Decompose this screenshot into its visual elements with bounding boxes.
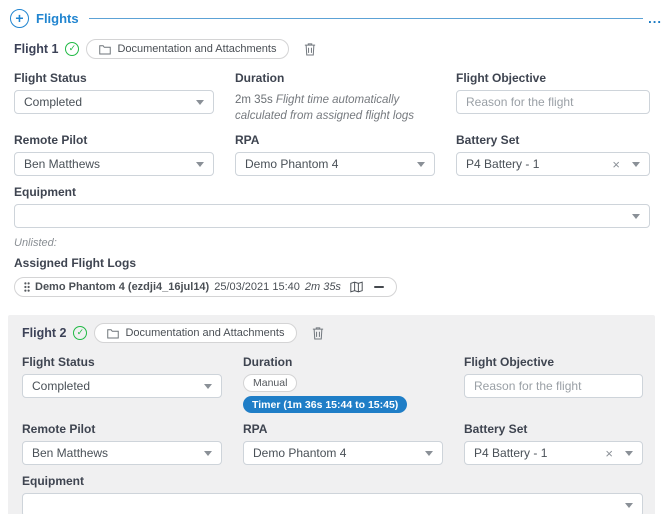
flight-1-fields-grid: Flight Status Completed Duration 2m 35s … xyxy=(14,62,650,176)
header-divider-line xyxy=(89,18,644,19)
flight-status-value: Completed xyxy=(24,95,196,109)
unassign-log-button[interactable] xyxy=(368,286,384,288)
flight-objective-field: Flight Objective xyxy=(456,62,650,124)
documentation-attachments-label: Documentation and Attachments xyxy=(125,327,284,339)
unlisted-label: Unlisted: xyxy=(14,237,650,249)
remote-pilot-select[interactable]: Ben Matthews xyxy=(22,441,222,465)
assigned-flight-logs-label: Assigned Flight Logs xyxy=(14,256,650,270)
rpa-field: RPA Demo Phantom 4 xyxy=(235,124,435,176)
chevron-down-icon xyxy=(204,451,212,456)
rpa-value: Demo Phantom 4 xyxy=(245,157,417,171)
folder-icon xyxy=(99,44,111,55)
battery-set-select[interactable]: P4 Battery - 1 × xyxy=(456,152,650,176)
flight-1-title: Flight 1 xyxy=(14,42,58,56)
clear-selection-icon[interactable]: × xyxy=(612,158,620,171)
equipment-label: Equipment xyxy=(22,474,643,488)
log-datetime: 25/03/2021 15:40 xyxy=(214,281,300,293)
flight-status-field: Flight Status Completed xyxy=(14,62,214,124)
chevron-down-icon xyxy=(625,503,633,508)
remote-pilot-value: Ben Matthews xyxy=(32,446,204,460)
flight-objective-input[interactable] xyxy=(456,90,650,114)
add-flight-button[interactable]: + xyxy=(10,9,29,28)
rpa-label: RPA xyxy=(235,133,435,147)
chevron-down-icon xyxy=(632,214,640,219)
battery-set-label: Battery Set xyxy=(456,133,650,147)
section-title: Flights xyxy=(36,11,79,26)
folder-icon xyxy=(107,328,119,339)
flight-status-value: Completed xyxy=(32,379,204,393)
flight-1-section: Flight 1 ✓ Documentation and Attachments… xyxy=(0,28,670,307)
duration-text: 2m 35s Flight time automatically calcula… xyxy=(235,90,435,124)
rpa-select[interactable]: Demo Phantom 4 xyxy=(243,441,443,465)
flight-objective-input[interactable] xyxy=(464,374,643,398)
remote-pilot-select[interactable]: Ben Matthews xyxy=(14,152,214,176)
remote-pilot-label: Remote Pilot xyxy=(22,422,222,436)
minus-icon xyxy=(374,286,384,288)
chevron-down-icon xyxy=(204,384,212,389)
delete-flight-button[interactable] xyxy=(312,326,324,340)
map-icon[interactable] xyxy=(350,281,363,293)
manual-duration-chip[interactable]: Manual xyxy=(243,374,297,392)
battery-set-label: Battery Set xyxy=(464,422,643,436)
chevron-down-icon xyxy=(417,162,425,167)
section-menu-button[interactable]: ... xyxy=(648,15,662,23)
remote-pilot-field: Remote Pilot Ben Matthews xyxy=(22,413,222,465)
battery-set-value: P4 Battery - 1 xyxy=(466,157,612,171)
flight-objective-field: Flight Objective xyxy=(464,346,643,413)
flight-2-title: Flight 2 xyxy=(22,326,66,340)
rpa-field: RPA Demo Phantom 4 xyxy=(243,413,443,465)
flight-2-title-row: Flight 2 ✓ Documentation and Attachments xyxy=(22,323,643,343)
duration-field: Duration 2m 35s Flight time automaticall… xyxy=(235,62,435,124)
delete-flight-button[interactable] xyxy=(304,42,316,56)
flight-2-fields-grid: Flight Status Completed Duration Manual … xyxy=(22,346,643,465)
chevron-down-icon xyxy=(625,451,633,456)
remote-pilot-value: Ben Matthews xyxy=(24,157,196,171)
log-name: Demo Phantom 4 (ezdji4_16jul14) xyxy=(35,281,209,293)
flight-status-select[interactable]: Completed xyxy=(22,374,222,398)
remote-pilot-field: Remote Pilot Ben Matthews xyxy=(14,124,214,176)
battery-set-field: Battery Set P4 Battery - 1 × xyxy=(464,413,643,465)
flight-objective-label: Flight Objective xyxy=(456,71,650,85)
log-duration: 2m 35s xyxy=(305,281,341,293)
rpa-label: RPA xyxy=(243,422,443,436)
timer-duration-chip[interactable]: Timer (1m 36s 15:44 to 15:45) xyxy=(243,396,407,413)
flight-complete-check-icon: ✓ xyxy=(73,326,87,340)
chevron-down-icon xyxy=(632,162,640,167)
chevron-down-icon xyxy=(196,162,204,167)
flights-page: + Flights ... Flight 1 ✓ Documentation a… xyxy=(0,0,670,514)
flight-status-select[interactable]: Completed xyxy=(14,90,214,114)
equipment-label: Equipment xyxy=(14,185,650,199)
flight-1-title-row: Flight 1 ✓ Documentation and Attachments xyxy=(14,39,650,59)
duration-label: Duration xyxy=(235,71,435,85)
drag-handle-icon[interactable] xyxy=(24,282,30,292)
duration-value: 2m 35s xyxy=(235,94,273,106)
flight-status-field: Flight Status Completed xyxy=(22,346,222,413)
flights-section-header: + Flights ... xyxy=(0,0,670,28)
chevron-down-icon xyxy=(196,100,204,105)
equipment-select[interactable] xyxy=(22,493,643,514)
battery-set-value: P4 Battery - 1 xyxy=(474,446,605,460)
rpa-value: Demo Phantom 4 xyxy=(253,446,425,460)
flight-status-label: Flight Status xyxy=(14,71,214,85)
equipment-select[interactable] xyxy=(14,204,650,228)
remote-pilot-label: Remote Pilot xyxy=(14,133,214,147)
documentation-attachments-button[interactable]: Documentation and Attachments xyxy=(86,39,289,59)
assigned-flight-log-chip[interactable]: Demo Phantom 4 (ezdji4_16jul14) 25/03/20… xyxy=(14,277,397,297)
chevron-down-icon xyxy=(425,451,433,456)
rpa-select[interactable]: Demo Phantom 4 xyxy=(235,152,435,176)
flight-complete-check-icon: ✓ xyxy=(65,42,79,56)
duration-label: Duration xyxy=(243,355,443,369)
duration-field: Duration Manual Timer (1m 36s 15:44 to 1… xyxy=(243,346,443,413)
flight-status-label: Flight Status xyxy=(22,355,222,369)
documentation-attachments-button[interactable]: Documentation and Attachments xyxy=(94,323,297,343)
battery-set-select[interactable]: P4 Battery - 1 × xyxy=(464,441,643,465)
clear-selection-icon[interactable]: × xyxy=(605,447,613,460)
flight-objective-label: Flight Objective xyxy=(464,355,643,369)
battery-set-field: Battery Set P4 Battery - 1 × xyxy=(456,124,650,176)
flight-2-section: Flight 2 ✓ Documentation and Attachments… xyxy=(8,315,655,514)
documentation-attachments-label: Documentation and Attachments xyxy=(117,43,276,55)
